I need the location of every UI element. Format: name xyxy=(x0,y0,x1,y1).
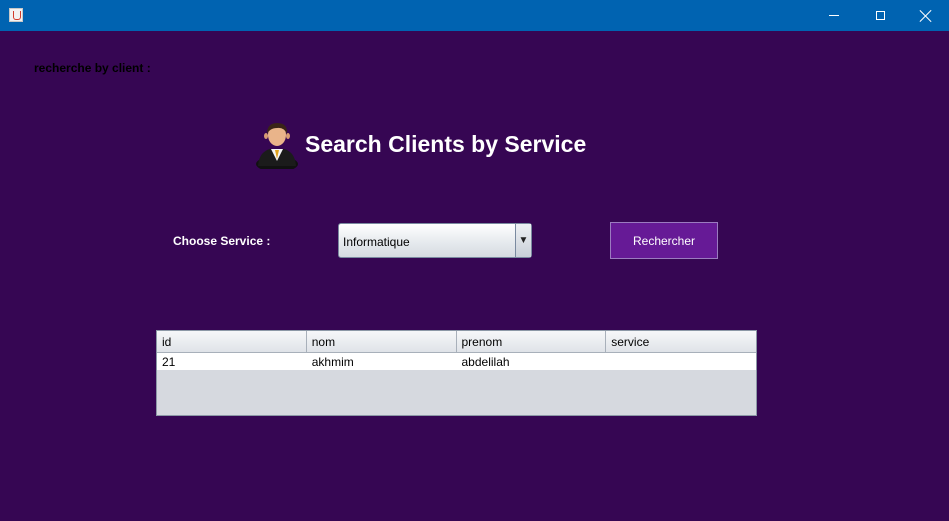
minimize-icon xyxy=(829,15,839,16)
column-header-id[interactable]: id xyxy=(157,331,307,352)
search-by-client-label: recherche by client : xyxy=(34,61,151,75)
client-avatar-icon xyxy=(256,123,298,169)
page-title: Search Clients by Service xyxy=(305,131,587,157)
choose-service-label: Choose Service : xyxy=(173,234,271,248)
service-select[interactable]: Informatique ▼ xyxy=(338,223,532,258)
rechercher-button[interactable]: Rechercher xyxy=(610,222,718,259)
chevron-down-icon[interactable]: ▼ xyxy=(515,224,531,257)
window-titlebar[interactable] xyxy=(0,0,949,31)
minimize-button[interactable] xyxy=(811,0,857,31)
cell-nom[interactable]: akhmim xyxy=(307,353,457,370)
cell-service[interactable] xyxy=(606,353,756,370)
close-button[interactable] xyxy=(903,0,949,31)
java-icon xyxy=(9,8,23,22)
table-row[interactable]: 21 akhmim abdelilah xyxy=(157,353,756,370)
close-icon xyxy=(920,10,932,22)
column-header-service[interactable]: service xyxy=(606,331,756,352)
cell-prenom[interactable]: abdelilah xyxy=(457,353,607,370)
maximize-button[interactable] xyxy=(857,0,903,31)
service-select-value: Informatique xyxy=(343,235,410,249)
column-header-prenom[interactable]: prenom xyxy=(457,331,607,352)
table-header: id nom prenom service xyxy=(157,331,756,353)
column-header-nom[interactable]: nom xyxy=(307,331,457,352)
maximize-icon xyxy=(875,11,885,20)
cell-id[interactable]: 21 xyxy=(157,353,307,370)
clients-table[interactable]: id nom prenom service 21 akhmim abdelila… xyxy=(156,330,757,416)
